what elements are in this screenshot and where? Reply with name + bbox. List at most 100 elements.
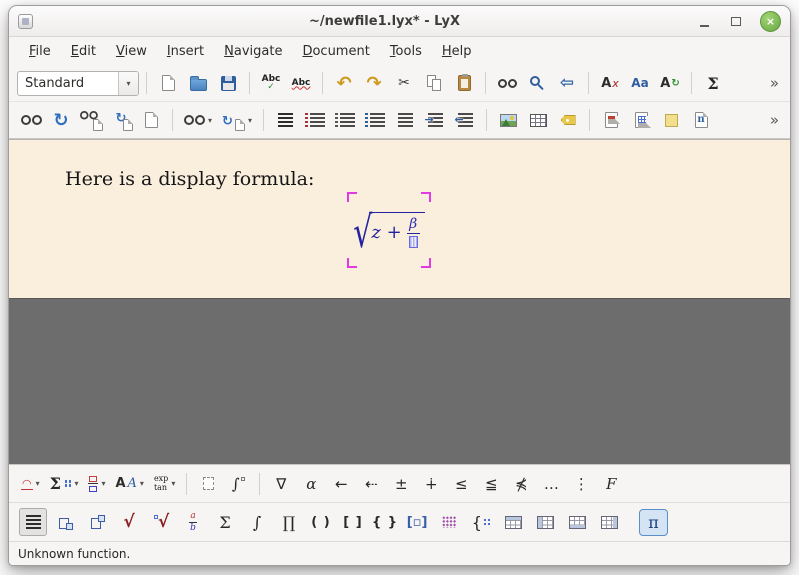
menu-file[interactable]: File <box>19 40 61 63</box>
paste-button[interactable] <box>450 69 478 97</box>
symbol-plus-minus-button[interactable]: ± <box>387 470 415 498</box>
formula-inset[interactable]: √ z + β <box>347 192 431 268</box>
insert-graphics-button[interactable] <box>494 106 522 134</box>
symbol-leftarrow-button[interactable]: ← <box>327 470 355 498</box>
cut-button[interactable]: ✂ <box>390 69 418 97</box>
symbol-function-button[interactable]: F <box>597 470 625 498</box>
append-row-button[interactable] <box>499 508 527 536</box>
root-icon: √ <box>158 512 169 532</box>
math-fractions-dropdown[interactable]: ▾ <box>84 470 109 498</box>
update-output-button[interactable]: ↻ <box>47 106 75 134</box>
symbol-vdots-button[interactable]: ⋮ <box>567 470 595 498</box>
math-display-toggle[interactable] <box>19 508 47 536</box>
insert-matrix-button[interactable] <box>435 508 463 536</box>
navigate-back-button[interactable]: ⇦ <box>553 69 581 97</box>
symbol-nabla-button[interactable]: ∇ <box>267 470 295 498</box>
toggle-noun-button[interactable]: Aa <box>626 69 654 97</box>
symbol-leq-button[interactable]: ≤ <box>447 470 475 498</box>
math-bigoperators-dropdown[interactable]: Σ ▾ <box>46 470 83 498</box>
insert-root-button[interactable]: √ <box>147 508 175 536</box>
labeled-list-button[interactable] <box>361 106 389 134</box>
paragraph-text[interactable]: Here is a display formula: <box>65 168 314 190</box>
superscript-button[interactable] <box>83 508 111 536</box>
menu-navigate[interactable]: Navigate <box>214 40 292 63</box>
delete-row-button[interactable] <box>563 508 591 536</box>
insert-brackets-button[interactable]: [ ] <box>339 508 367 536</box>
toolbar-overflow-button[interactable]: » <box>767 74 782 92</box>
bullet-list-button[interactable] <box>331 106 359 134</box>
increase-depth-button[interactable]: → <box>421 106 449 134</box>
redo-button[interactable]: ↷ <box>360 69 388 97</box>
subscript-button[interactable] <box>51 508 79 536</box>
insert-braces-button[interactable]: { } <box>371 508 399 536</box>
symbol-leqq-button[interactable]: ≦ <box>477 470 505 498</box>
menu-tools[interactable]: Tools <box>380 40 432 63</box>
view-master-button[interactable] <box>77 106 105 134</box>
update-other-formats-dropdown[interactable]: ↻ ▾ <box>218 106 256 134</box>
menu-help[interactable]: Help <box>432 40 482 63</box>
insert-longtable-button[interactable] <box>627 106 655 134</box>
view-other-formats-dropdown[interactable]: ▾ <box>180 106 216 134</box>
menu-edit[interactable]: Edit <box>61 40 106 63</box>
document-canvas[interactable]: Here is a display formula: √ z + β <box>9 139 790 298</box>
insert-delimiters-button[interactable]: [▫] <box>403 508 431 536</box>
standard-layout-button[interactable] <box>271 106 299 134</box>
continuous-spellcheck-button[interactable]: Abc <box>287 69 315 97</box>
math-spacing-button[interactable] <box>194 470 222 498</box>
insert-fraction-button[interactable]: a b <box>179 508 207 536</box>
symbol-ldots-button[interactable]: … <box>537 470 565 498</box>
close-button[interactable]: × <box>760 11 781 32</box>
menu-view[interactable]: View <box>106 40 157 63</box>
math-panel-toggle[interactable]: π <box>639 509 668 536</box>
toggle-emphasis-button[interactable]: Ax <box>596 69 624 97</box>
insert-sqrt-button[interactable]: √ <box>115 508 143 536</box>
insert-parens-button[interactable]: ( ) <box>307 508 335 536</box>
insert-cases-button[interactable]: { <box>467 508 495 536</box>
save-button[interactable] <box>214 69 242 97</box>
search-button[interactable] <box>523 69 551 97</box>
toolbar-overflow-button[interactable]: » <box>767 111 782 129</box>
delete-column-button[interactable] <box>595 508 623 536</box>
math-style-button[interactable]: ∫ <box>224 470 252 498</box>
symbol-not-prec-button[interactable]: ⋠ <box>507 470 535 498</box>
maximize-button[interactable] <box>728 12 744 30</box>
insert-integral-button[interactable]: ∫ <box>243 508 271 536</box>
math-functions-dropdown[interactable]: exp tan ▾ <box>150 470 179 498</box>
math-fonts-dropdown[interactable]: A A ▾ <box>111 470 147 498</box>
view-source-button[interactable] <box>137 106 165 134</box>
product-icon: ∏ <box>283 513 296 532</box>
copy-button[interactable] <box>420 69 448 97</box>
undo-button[interactable]: ↶ <box>330 69 358 97</box>
update-master-button[interactable]: ↻ <box>107 106 135 134</box>
empty-math-placeholder[interactable] <box>409 236 418 248</box>
symbol-dot-plus-button[interactable]: ∔ <box>417 470 445 498</box>
paragraph-style-selector[interactable]: Standard ▾ <box>17 71 139 96</box>
minimize-button[interactable] <box>696 12 712 30</box>
insert-product-button[interactable]: ∏ <box>275 508 303 536</box>
brackets-icon: [ ] <box>343 515 362 530</box>
titlebar[interactable]: ~/newfile1.lyx* - LyX × <box>9 6 790 37</box>
apply-style-button[interactable]: A↻ <box>656 69 684 97</box>
numbered-list-button[interactable] <box>301 106 329 134</box>
insert-float-button[interactable] <box>597 106 625 134</box>
append-column-button[interactable] <box>531 508 559 536</box>
menu-document[interactable]: Document <box>292 40 379 63</box>
chevron-down-icon: ▾ <box>248 116 252 125</box>
open-document-button[interactable] <box>184 69 212 97</box>
symbol-alpha-button[interactable]: α <box>297 470 325 498</box>
insert-note-button[interactable] <box>657 106 685 134</box>
find-replace-button[interactable] <box>493 69 521 97</box>
insert-math-button[interactable]: Σ <box>699 69 727 97</box>
symbol-dashed-leftarrow-button[interactable]: ⇠ <box>357 470 385 498</box>
math-decorations-dropdown[interactable]: ◠ ▾ <box>17 470 44 498</box>
view-output-button[interactable] <box>17 106 45 134</box>
insert-table-button[interactable] <box>524 106 552 134</box>
decrease-depth-button[interactable]: ← <box>451 106 479 134</box>
description-layout-button[interactable] <box>391 106 419 134</box>
spellcheck-button[interactable]: Abc ✓ <box>257 69 285 97</box>
insert-nomenclature-button[interactable]: n <box>687 106 715 134</box>
menu-insert[interactable]: Insert <box>157 40 214 63</box>
new-document-button[interactable] <box>154 69 182 97</box>
insert-sum-button[interactable]: Σ <box>211 508 239 536</box>
insert-label-button[interactable] <box>554 106 582 134</box>
